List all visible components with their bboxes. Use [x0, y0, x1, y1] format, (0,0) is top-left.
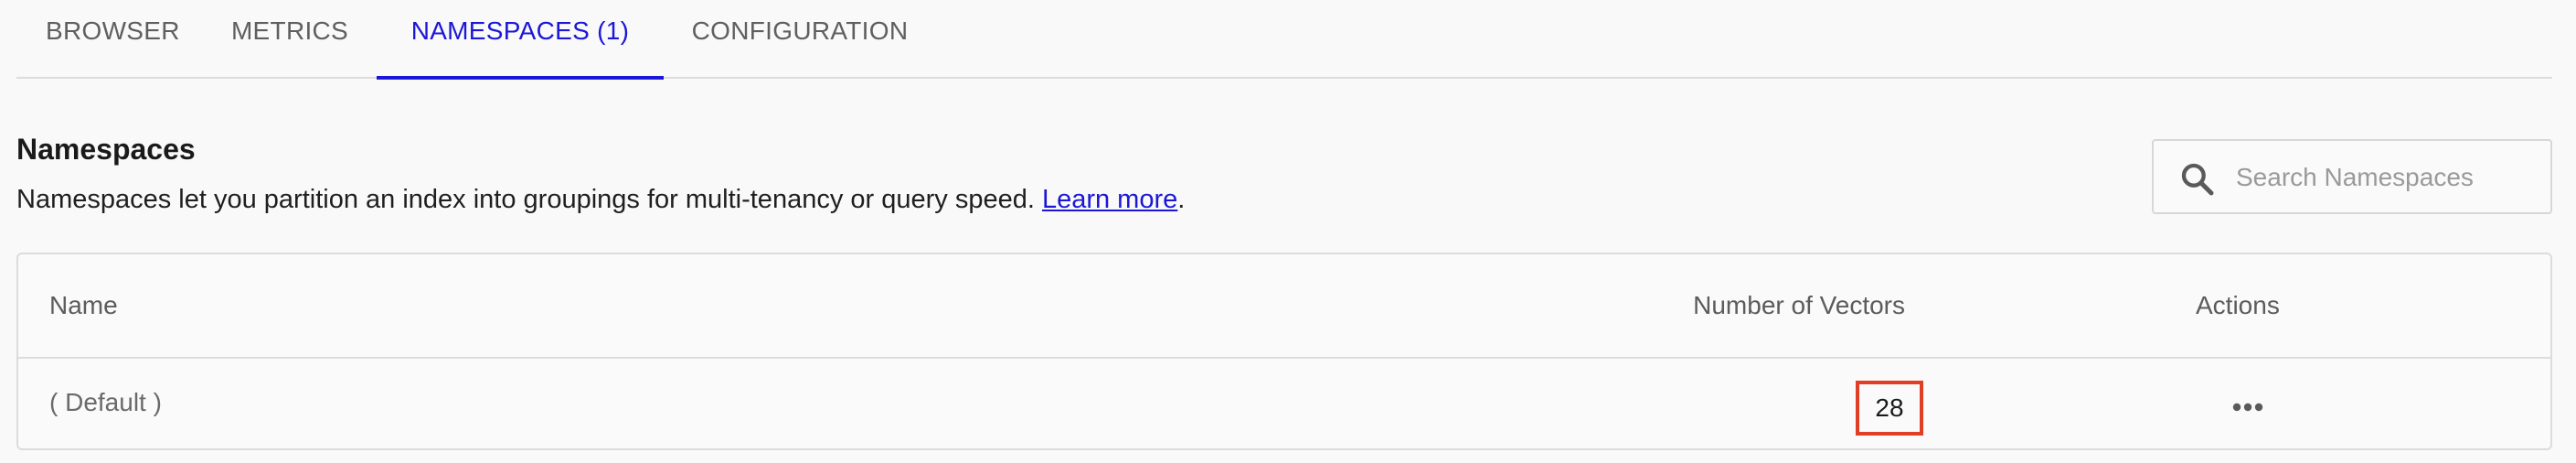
search-icon	[2181, 163, 2214, 196]
tab-metrics[interactable]: METRICS	[230, 0, 349, 79]
tab-browser[interactable]: BROWSER	[46, 0, 179, 79]
description-text: Namespaces let you partition an index in…	[16, 185, 1042, 214]
column-header-name: Name	[49, 291, 118, 319]
row-actions-button[interactable]	[2225, 384, 2271, 430]
search-input[interactable]	[2236, 154, 2538, 201]
namespace-name: ( Default )	[49, 388, 162, 416]
tab-configuration[interactable]: CONFIGURATION	[676, 0, 923, 79]
namespaces-table: Name Number of Vectors Actions ( Default…	[16, 253, 2552, 450]
learn-more-link[interactable]: Learn more	[1042, 185, 1177, 214]
vector-count: 28	[1856, 381, 1923, 436]
section-description: Namespaces let you partition an index in…	[16, 185, 1185, 215]
column-header-actions: Actions	[2196, 291, 2280, 319]
tab-namespaces[interactable]: NAMESPACES (1)	[377, 0, 664, 80]
description-period: .	[1177, 185, 1186, 214]
search-box[interactable]	[2152, 139, 2552, 214]
more-horizontal-icon	[2232, 403, 2263, 412]
tab-bar: BROWSER METRICS NAMESPACES (1) CONFIGURA…	[16, 0, 2552, 80]
table-header: Name Number of Vectors Actions	[18, 254, 2550, 359]
column-header-vectors: Number of Vectors	[1693, 291, 1905, 319]
table-row[interactable]: ( Default ) 28	[18, 359, 2550, 450]
page-title: Namespaces	[16, 133, 196, 166]
